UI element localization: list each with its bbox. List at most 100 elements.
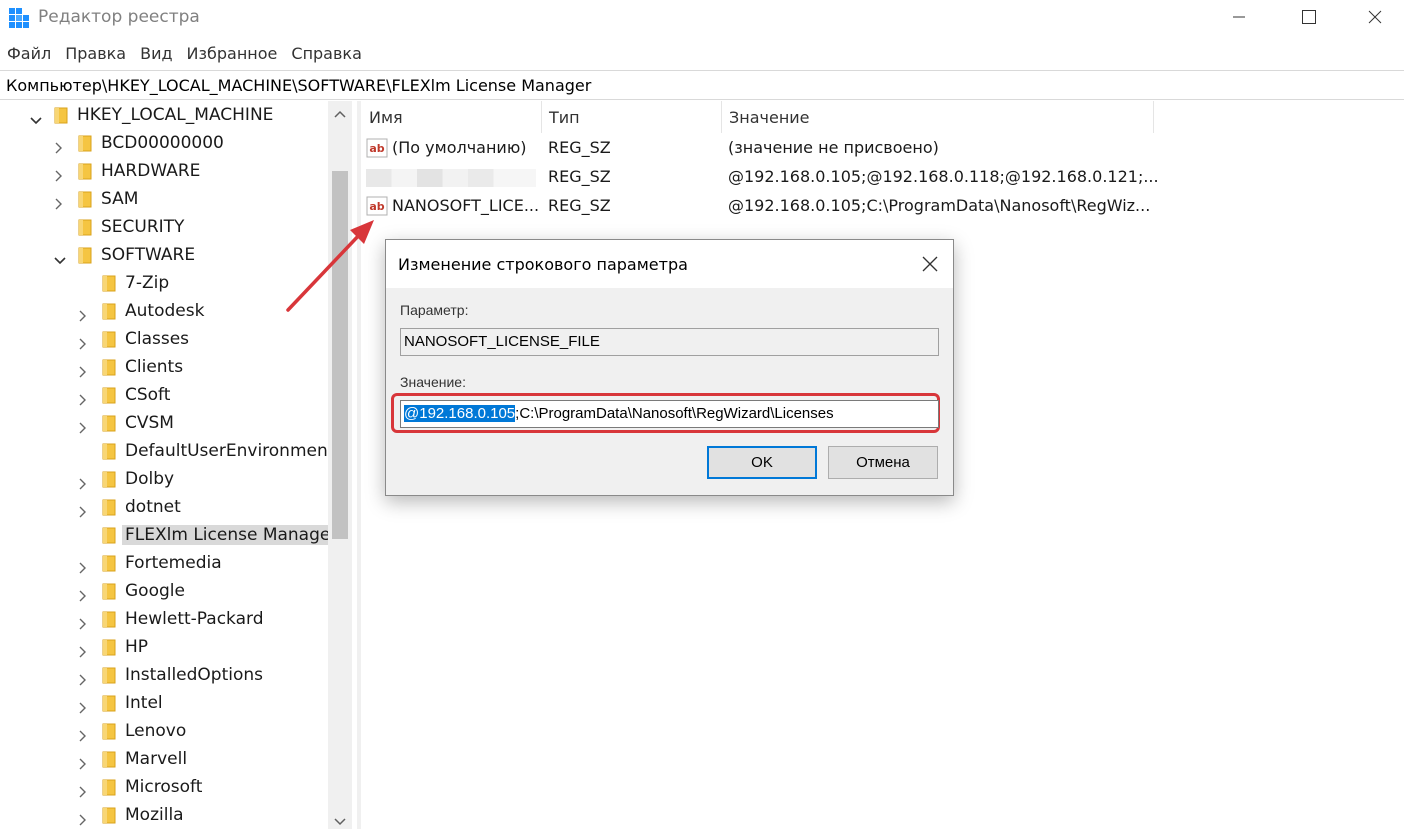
tree-node[interactable]: Google [0,578,330,606]
menu-file[interactable]: Файл [0,40,58,68]
tree-node-label: Dolby [125,469,175,489]
tree-node[interactable]: Hewlett-Packard [0,606,330,634]
tree-node[interactable]: Microsoft [0,774,330,802]
tree-node-label: Marvell [125,749,188,769]
value-name: (По умолчанию) [392,138,527,157]
chevron-right-icon[interactable] [78,559,88,574]
chevron-right-icon[interactable] [54,167,64,182]
tree-node[interactable]: InstalledOptions [0,662,330,690]
chevron-down-icon[interactable] [54,251,66,265]
chevron-right-icon[interactable] [78,503,88,518]
selected-text: @192.168.0.105 [404,405,516,422]
chevron-right-icon[interactable] [78,587,88,602]
list-row[interactable]: REG_SZ @192.168.0.105;@192.168.0.118;@19… [362,163,1162,192]
chevron-right-icon[interactable] [54,195,64,210]
chevron-right-icon[interactable] [78,811,88,826]
title-bar: Редактор реестра [0,0,1404,36]
chevron-right-icon[interactable] [78,419,88,434]
value-data-input[interactable]: @192.168.0.105;C:\ProgramData\Nanosoft\R… [400,400,939,428]
tree-node[interactable]: Autodesk [0,298,330,326]
chevron-right-icon[interactable] [78,615,88,630]
dialog-close-button[interactable] [915,250,945,278]
tree-node[interactable]: CVSM [0,410,330,438]
maximize-button[interactable] [1280,0,1338,34]
folder-icon [102,610,118,628]
chevron-right-icon[interactable] [78,643,88,658]
scroll-up-icon[interactable] [334,109,346,119]
folder-icon [102,666,118,684]
column-header-type[interactable]: Тип [542,101,722,133]
chevron-right-icon[interactable] [78,363,88,378]
chevron-right-icon[interactable] [78,727,88,742]
pane-splitter[interactable] [357,101,361,829]
chevron-right-icon[interactable] [78,307,88,322]
chevron-right-icon[interactable] [78,475,88,490]
maximize-icon [1302,10,1316,24]
tree-node[interactable]: HP [0,634,330,662]
tree-node[interactable]: SOFTWARE [0,242,330,270]
menu-bar: Файл Правка Вид Избранное Справка [0,40,369,68]
tree-scrollbar[interactable] [328,101,352,829]
tree-node[interactable]: HKEY_LOCAL_MACHINE [0,102,330,130]
folder-icon [78,246,94,264]
tree-node[interactable]: Mozilla [0,802,330,829]
chevron-down-icon[interactable] [30,111,42,125]
menu-help[interactable]: Справка [284,40,369,68]
cancel-button[interactable]: Отмена [828,446,938,479]
folder-icon [102,470,118,488]
folder-icon [102,694,118,712]
chevron-right-icon[interactable] [78,335,88,350]
folder-icon [78,218,94,236]
minimize-button[interactable] [1210,0,1268,34]
tree-node[interactable]: Intel [0,690,330,718]
tree-node[interactable]: SECURITY [0,214,330,242]
tree-node-label: Mozilla [125,805,184,825]
folder-icon [102,386,118,404]
tree-node-label: 7-Zip [125,273,170,293]
regedit-app-icon [9,8,29,28]
chevron-right-icon[interactable] [78,671,88,686]
folder-icon [102,274,118,292]
column-header-name[interactable]: Имя [362,101,542,133]
tree-node[interactable]: HARDWARE [0,158,330,186]
tree-node[interactable]: Dolby [0,466,330,494]
menu-favorites[interactable]: Избранное [180,40,285,68]
column-header-value[interactable]: Значение [722,101,1154,133]
close-window-button[interactable] [1346,0,1404,34]
tree-node[interactable]: FLEXlm License Manager [0,522,341,550]
chevron-right-icon[interactable] [78,783,88,798]
tree-node[interactable]: CSoft [0,382,330,410]
tree-node[interactable]: SAM [0,186,330,214]
scroll-down-icon[interactable] [334,817,346,827]
close-icon [1368,10,1382,24]
list-row[interactable]: ab (По умолчанию) REG_SZ (значение не пр… [362,134,1162,163]
value-data: @192.168.0.105;C:\ProgramData\Nanosoft\R… [728,196,1151,215]
folder-icon [102,722,118,740]
tree-node-label: Intel [125,693,163,713]
menu-view[interactable]: Вид [133,40,179,68]
address-bar[interactable]: Компьютер\HKEY_LOCAL_MACHINE\SOFTWARE\FL… [0,70,1404,100]
list-row[interactable]: ab NANOSOFT_LICE... REG_SZ @192.168.0.10… [362,192,1162,221]
tree-node[interactable]: Marvell [0,746,330,774]
scrollbar-thumb[interactable] [332,171,348,539]
chevron-right-icon[interactable] [54,139,64,154]
chevron-right-icon[interactable] [78,755,88,770]
tree-node[interactable]: Clients [0,354,330,382]
value-type: REG_SZ [548,196,611,215]
folder-icon [102,526,118,544]
tree-node[interactable]: DefaultUserEnvironment [0,438,334,466]
tree-node[interactable]: Classes [0,326,330,354]
ok-button[interactable]: OK [707,446,817,479]
tree-node[interactable]: BCD00000000 [0,130,330,158]
folder-icon [102,498,118,516]
chevron-right-icon[interactable] [78,391,88,406]
window-title: Редактор реестра [38,7,200,27]
menu-edit[interactable]: Правка [58,40,133,68]
tree-node[interactable]: 7-Zip [0,270,330,298]
value-text: ;C:\ProgramData\Nanosoft\RegWizard\Licen… [515,405,834,422]
tree-node[interactable]: Lenovo [0,718,330,746]
value-name: NANOSOFT_LICE... [392,196,540,215]
tree-node[interactable]: dotnet [0,494,330,522]
tree-node[interactable]: Fortemedia [0,550,330,578]
chevron-right-icon[interactable] [78,699,88,714]
